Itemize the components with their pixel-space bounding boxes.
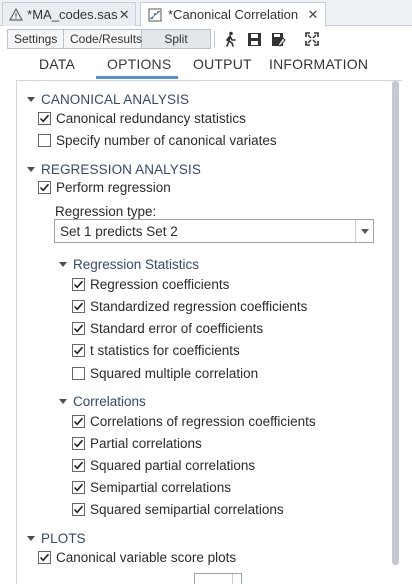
checkbox-label: Canonical redundancy statistics [56,111,246,126]
checkbox-squared-multiple-correlation[interactable]: Squared multiple correlation [72,366,258,381]
checkbox[interactable] [72,503,85,516]
tab-canonical-correlation[interactable]: *Canonical Correlation ✕ [140,2,326,27]
maximize-icon[interactable] [303,30,321,48]
tab-label: *MA_codes.sas [27,7,118,22]
task-icon [146,6,164,24]
collapse-icon [27,536,35,541]
checkbox-squared-partial-correlations[interactable]: Squared partial correlations [72,458,255,473]
checkbox-label: Correlations of regression coefficients [90,414,316,429]
checkbox-canonical-redundancy[interactable]: Canonical redundancy statistics [38,111,246,126]
checkbox-correlations-of-coefficients[interactable]: Correlations of regression coefficients [72,414,316,429]
tab-label: *Canonical Correlation [168,7,299,22]
checkbox[interactable] [72,300,85,313]
split-toggle[interactable]: Split [142,30,210,48]
checkbox-label: Standard error of coefficients [90,321,264,336]
checkbox-label: Partial correlations [90,436,202,451]
checkbox-label: t statistics for coefficients [90,343,240,358]
checkbox-squared-semipartial-correlations[interactable]: Squared semipartial correlations [72,502,284,517]
checkbox-label: Specify number of canonical variates [56,133,277,148]
section-title: REGRESSION ANALYSIS [41,162,201,177]
section-regression-analysis[interactable]: REGRESSION ANALYSIS [27,162,201,177]
selected-tab-indicator [96,76,178,79]
section-title: CANONICAL ANALYSIS [41,92,190,107]
document-tab-bar: *MA_codes.sas ✕ *Canonical Correlation ✕ [0,0,412,27]
view-mode-switch: Settings Code/Results Split [7,29,211,49]
checkbox[interactable] [38,112,51,125]
toolbar-divider [214,31,215,47]
checkbox-regression-coefficients[interactable]: Regression coefficients [72,277,229,292]
checkbox[interactable] [72,459,85,472]
checkbox[interactable] [38,134,51,147]
checkbox[interactable] [72,415,85,428]
option-tab-strip: DATA OPTIONS OUTPUT INFORMATION [0,56,412,79]
collapse-icon [59,399,67,404]
subsection-correlations[interactable]: Correlations [59,394,146,409]
checkbox-partial-correlations[interactable]: Partial correlations [72,436,202,451]
tab-options[interactable]: OPTIONS [107,56,171,72]
task-toolbar: Settings Code/Results Split [0,27,412,51]
checkbox[interactable] [38,181,51,194]
partially-visible-spinner[interactable] [194,573,242,584]
collapse-icon [27,167,35,172]
run-icon[interactable] [221,30,239,48]
regression-type-label: Regression type: [55,204,157,219]
checkbox-canonical-score-plots[interactable]: Canonical variable score plots [38,550,236,565]
checkbox-label: Squared multiple correlation [90,366,259,381]
checkbox-label: Canonical variable score plots [56,550,237,565]
checkbox[interactable] [72,437,85,450]
checkbox-label: Regression coefficients [90,277,230,292]
checkbox[interactable] [72,481,85,494]
save-icon[interactable] [245,30,263,48]
tab-data[interactable]: DATA [39,56,75,72]
close-icon[interactable]: ✕ [118,7,132,23]
section-title: PLOTS [41,531,86,546]
collapse-icon [59,262,67,267]
checkbox[interactable] [72,344,85,357]
subsection-regression-statistics[interactable]: Regression Statistics [59,257,199,272]
settings-toggle[interactable]: Settings [8,30,64,48]
checkbox[interactable] [72,322,85,335]
subsection-title: Regression Statistics [73,257,200,272]
section-canonical-analysis[interactable]: CANONICAL ANALYSIS [27,92,189,107]
checkbox[interactable] [72,367,85,380]
checkbox-label: Squared semipartial correlations [90,502,284,517]
subsection-title: Correlations [73,394,146,409]
save-as-icon[interactable] [269,30,287,48]
code-results-toggle[interactable]: Code/Results [64,30,142,48]
tab-ma-codes[interactable]: *MA_codes.sas ✕ [2,2,136,26]
checkbox[interactable] [72,278,85,291]
checkbox-label: Perform regression [56,180,171,195]
chevron-down-icon[interactable] [355,220,373,242]
checkbox-label: Squared partial correlations [90,458,256,473]
checkbox-standard-error[interactable]: Standard error of coefficients [72,321,263,336]
warning-icon [8,6,23,24]
checkbox-semipartial-correlations[interactable]: Semipartial correlations [72,480,231,495]
section-plots[interactable]: PLOTS [27,531,86,546]
close-icon[interactable]: ✕ [305,7,321,23]
checkbox-standardized-coefficients[interactable]: Standardized regression coefficients [72,299,307,314]
tab-output[interactable]: OUTPUT [193,56,252,72]
collapse-icon [27,97,35,102]
checkbox-label: Standardized regression coefficients [90,299,308,314]
vertical-scrollbar[interactable] [392,81,399,565]
checkbox-label: Semipartial correlations [90,480,232,495]
checkbox-perform-regression[interactable]: Perform regression [38,180,171,195]
regression-type-select[interactable]: Set 1 predicts Set 2 [54,219,374,243]
checkbox[interactable] [38,551,51,564]
checkbox-specify-canonical-variates[interactable]: Specify number of canonical variates [38,133,277,148]
select-value: Set 1 predicts Set 2 [60,223,178,239]
checkbox-t-statistics[interactable]: t statistics for coefficients [72,343,240,358]
tab-information[interactable]: INFORMATION [269,56,368,72]
